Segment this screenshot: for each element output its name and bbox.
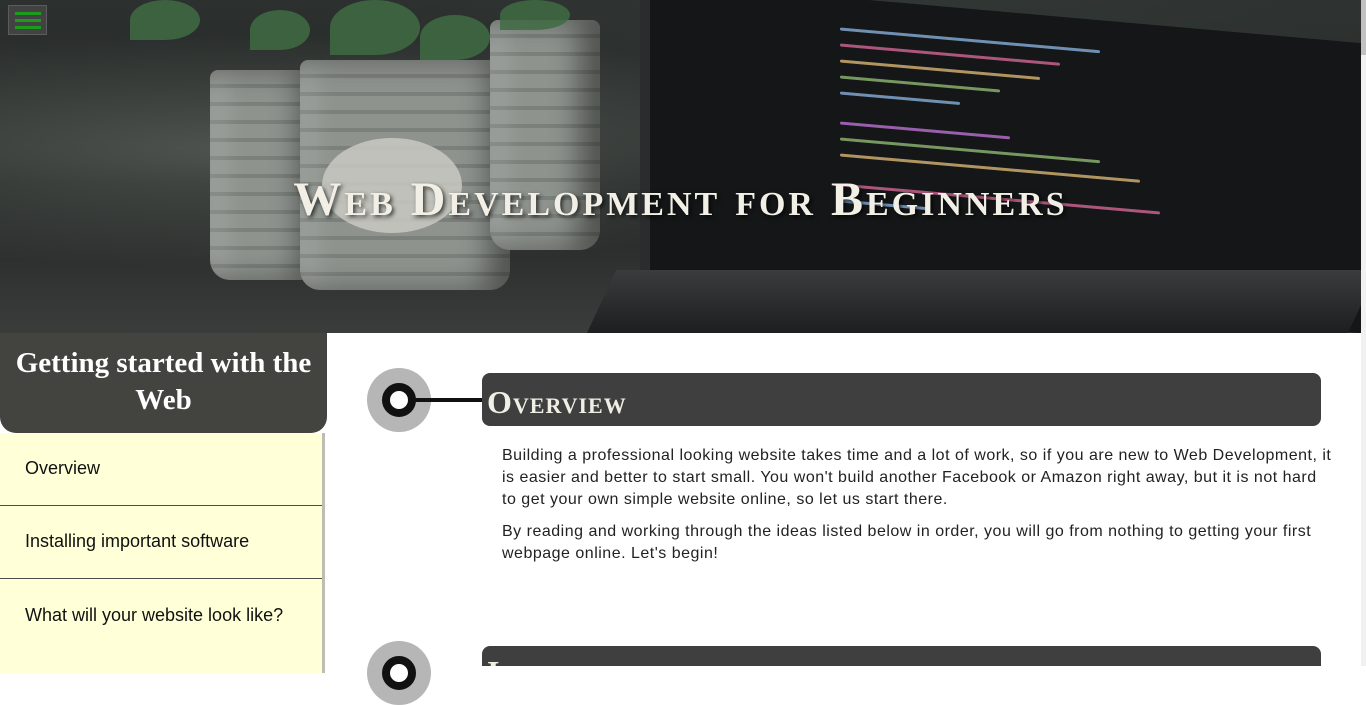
sidebar-title: Getting started with the Web [0, 333, 327, 433]
sidebar-item-overview[interactable]: Overview [0, 433, 322, 506]
paragraph: By reading and working through the ideas… [502, 523, 1312, 562]
page-title: Web Development for Beginners [293, 173, 1068, 226]
timeline-node [367, 641, 431, 705]
sidebar-nav: Overview Installing important software W… [0, 433, 325, 673]
section-heading-overview: Overview [482, 373, 1321, 426]
hamburger-menu-icon [14, 11, 41, 15]
scrollbar-thumb[interactable] [1361, 0, 1366, 55]
sidebar: Getting started with the Web Overview In… [0, 333, 327, 673]
sidebar-item-installing-software[interactable]: Installing important software [0, 506, 322, 579]
hero-banner: Web Development for Beginners [0, 0, 1361, 333]
paragraph: Building a professional looking website … [502, 447, 1332, 508]
menu-button[interactable] [8, 5, 47, 35]
keyboard-image [583, 270, 1361, 333]
timeline-connector [415, 398, 485, 402]
sidebar-item-website-look[interactable]: What will your website look like? [0, 579, 322, 674]
section-body-overview: Building a professional looking website … [502, 445, 1332, 575]
page-scrollbar[interactable] [1361, 0, 1366, 666]
section-heading-installing: Installing important software [482, 646, 1321, 666]
